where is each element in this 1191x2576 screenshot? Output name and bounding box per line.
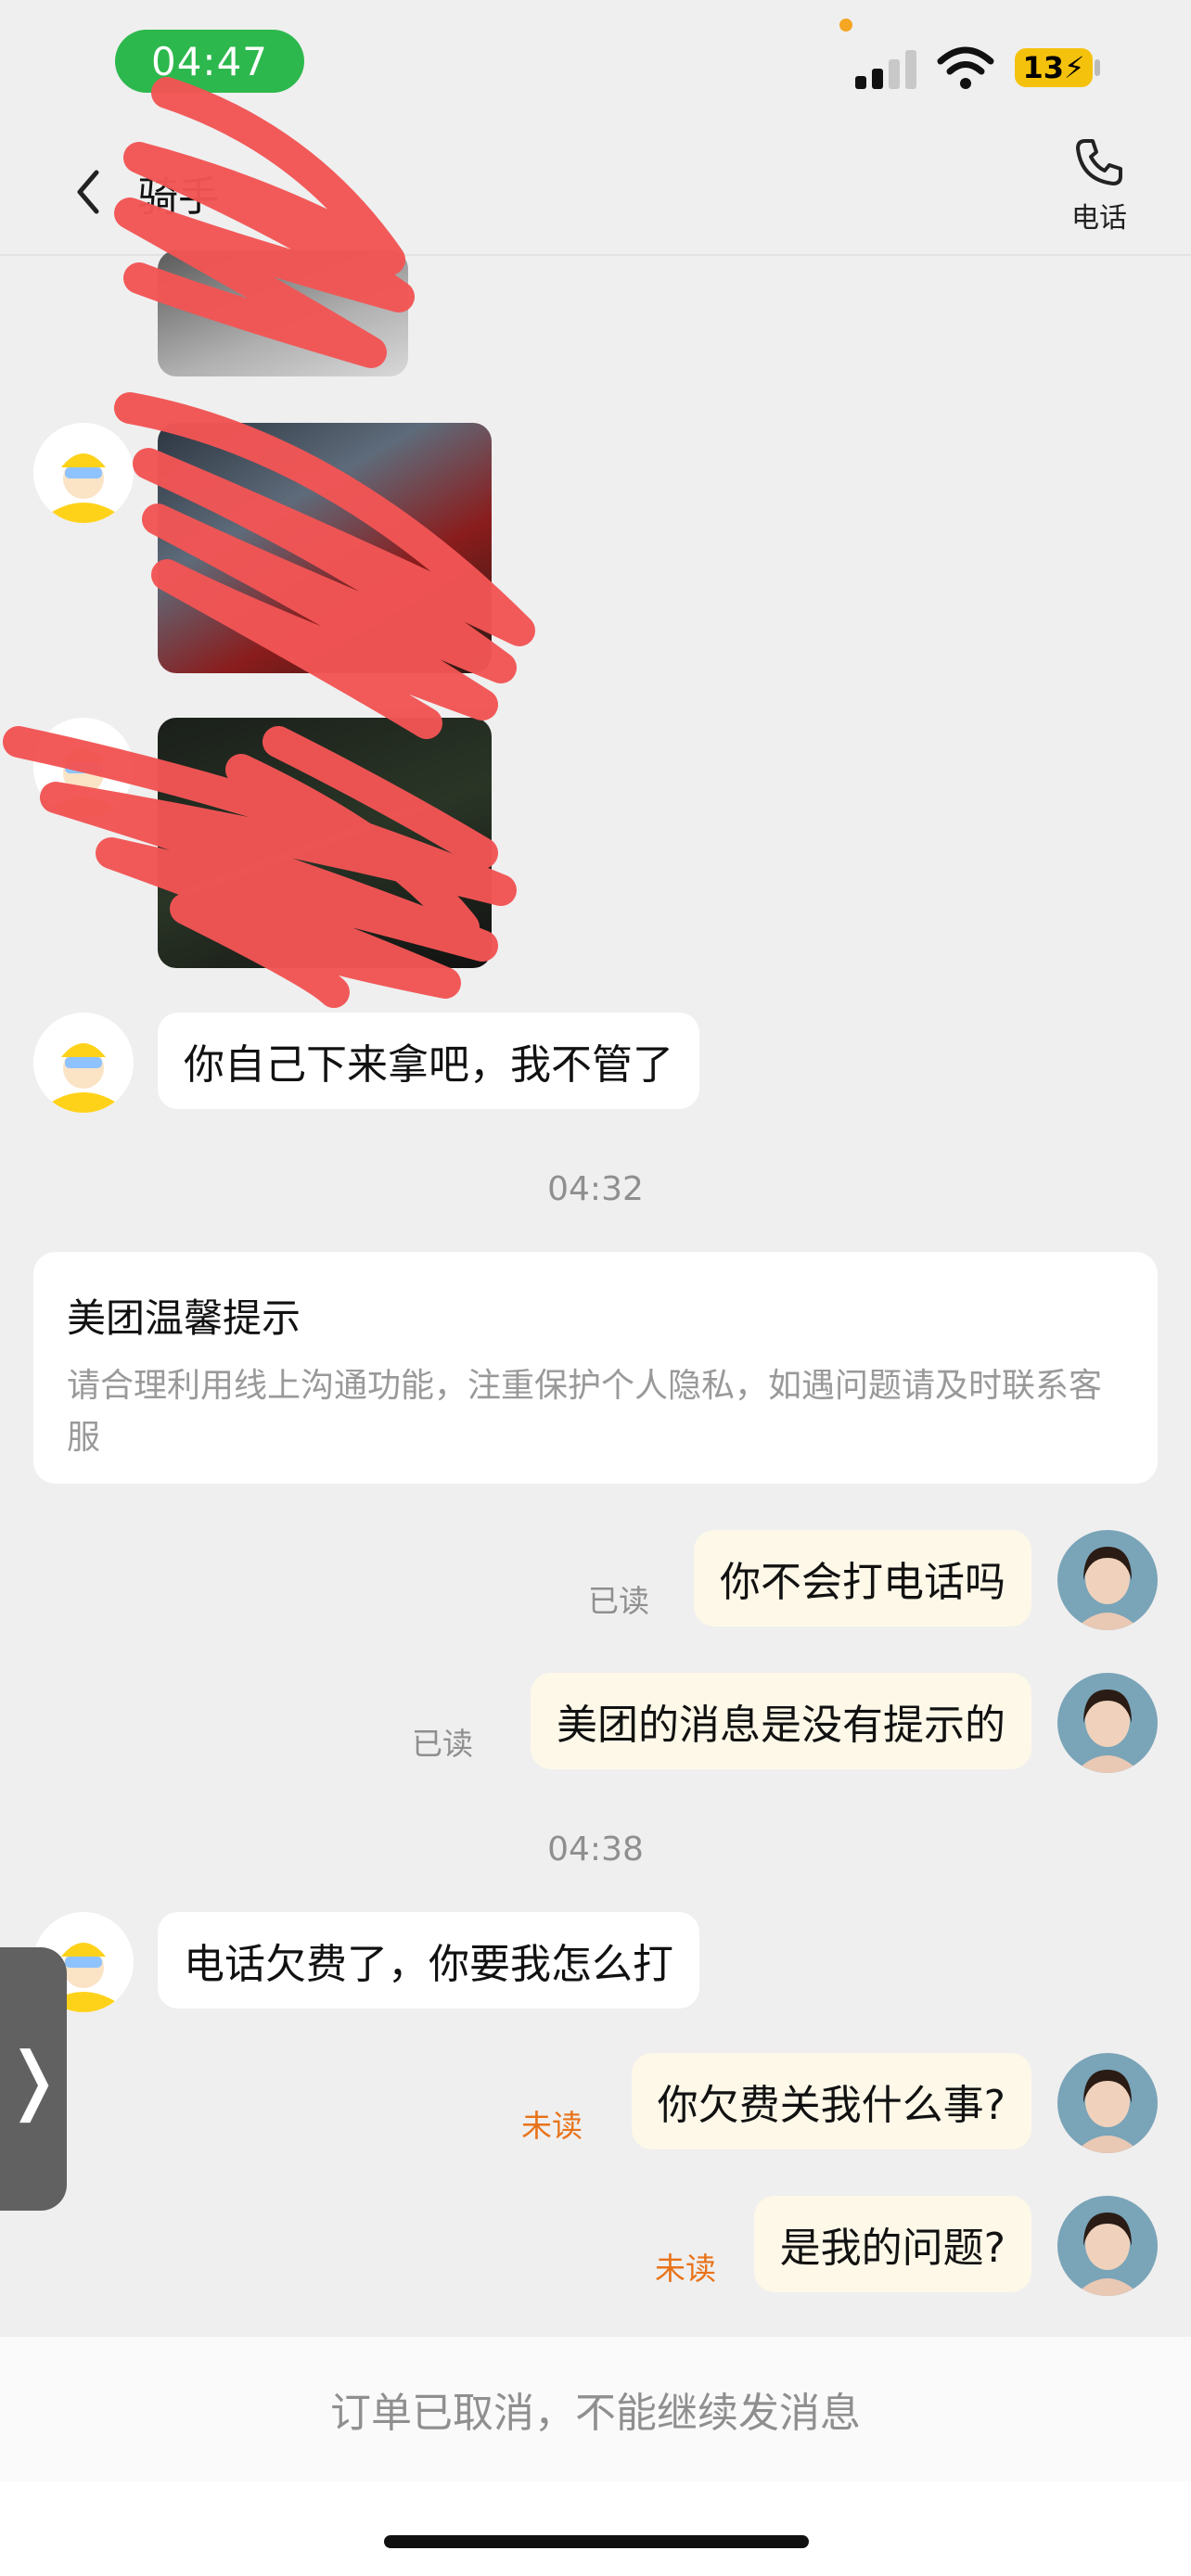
user-message-bubble[interactable]: 美团的消息是没有提示的 <box>531 1673 1031 1769</box>
read-receipt: 已读 <box>588 1583 649 1619</box>
chat-timestamp: 04:38 <box>547 1830 644 1868</box>
user-avatar[interactable] <box>1057 1673 1158 1773</box>
tip-body: 请合理利用线上沟通功能，注重保护个人隐私，如遇问题请及时联系客服 <box>67 1367 1103 1457</box>
phone-icon <box>1076 139 1122 185</box>
chevron-right-icon: ❭ <box>2 2035 65 2123</box>
user-message-bubble[interactable]: 你不会打电话吗 <box>694 1530 1031 1626</box>
image-message-3[interactable] <box>158 718 492 968</box>
tip-title: 美团温馨提示 <box>67 1295 301 1341</box>
wifi-icon <box>937 46 994 91</box>
unread-receipt: 未读 <box>521 2108 583 2144</box>
back-button[interactable] <box>63 159 113 224</box>
bottom-safe-area <box>0 2481 1191 2576</box>
home-indicator[interactable] <box>384 2535 809 2548</box>
battery-tip <box>1095 59 1100 76</box>
user-message-bubble[interactable]: 是我的问题? <box>753 2196 1031 2292</box>
chat-disabled-notice: 订单已取消，不能继续发消息 <box>0 2337 1191 2481</box>
privacy-indicator-dot <box>839 19 852 32</box>
call-button[interactable]: 电话 <box>1057 135 1141 247</box>
rider-avatar[interactable] <box>33 1013 134 1113</box>
rider-avatar[interactable] <box>33 423 134 523</box>
user-avatar[interactable] <box>1057 2053 1158 2153</box>
chat-timestamp: 04:32 <box>547 1170 644 1208</box>
user-message-bubble[interactable]: 你欠费关我什么事? <box>631 2053 1031 2149</box>
battery-level: 13 <box>1022 50 1065 85</box>
battery-charging-icon: 13 ⚡ <box>1015 48 1093 87</box>
unread-receipt: 未读 <box>655 2251 716 2287</box>
user-avatar[interactable] <box>1057 2196 1158 2296</box>
image-message-1[interactable] <box>158 250 408 376</box>
rider-message-bubble[interactable]: 电话欠费了，你要我怎么打 <box>158 1912 699 2009</box>
status-time: 04:47 <box>115 30 304 93</box>
rider-name-title: 骑手 <box>137 173 219 221</box>
read-receipt: 已读 <box>412 1726 473 1762</box>
back-chevron-icon <box>77 170 99 214</box>
signal-icon <box>853 48 922 89</box>
rider-avatar[interactable] <box>33 718 134 818</box>
meituan-tip-card: 美团温馨提示 请合理利用线上沟通功能，注重保护个人隐私，如遇问题请及时联系客服 <box>33 1252 1158 1484</box>
image-message-2[interactable] <box>158 423 492 673</box>
rider-message-bubble[interactable]: 你自己下来拿吧，我不管了 <box>158 1013 699 1109</box>
side-expand-handle[interactable]: ❭ <box>0 1947 67 2211</box>
user-avatar[interactable] <box>1057 1530 1158 1630</box>
call-label: 电话 <box>1071 202 1127 235</box>
